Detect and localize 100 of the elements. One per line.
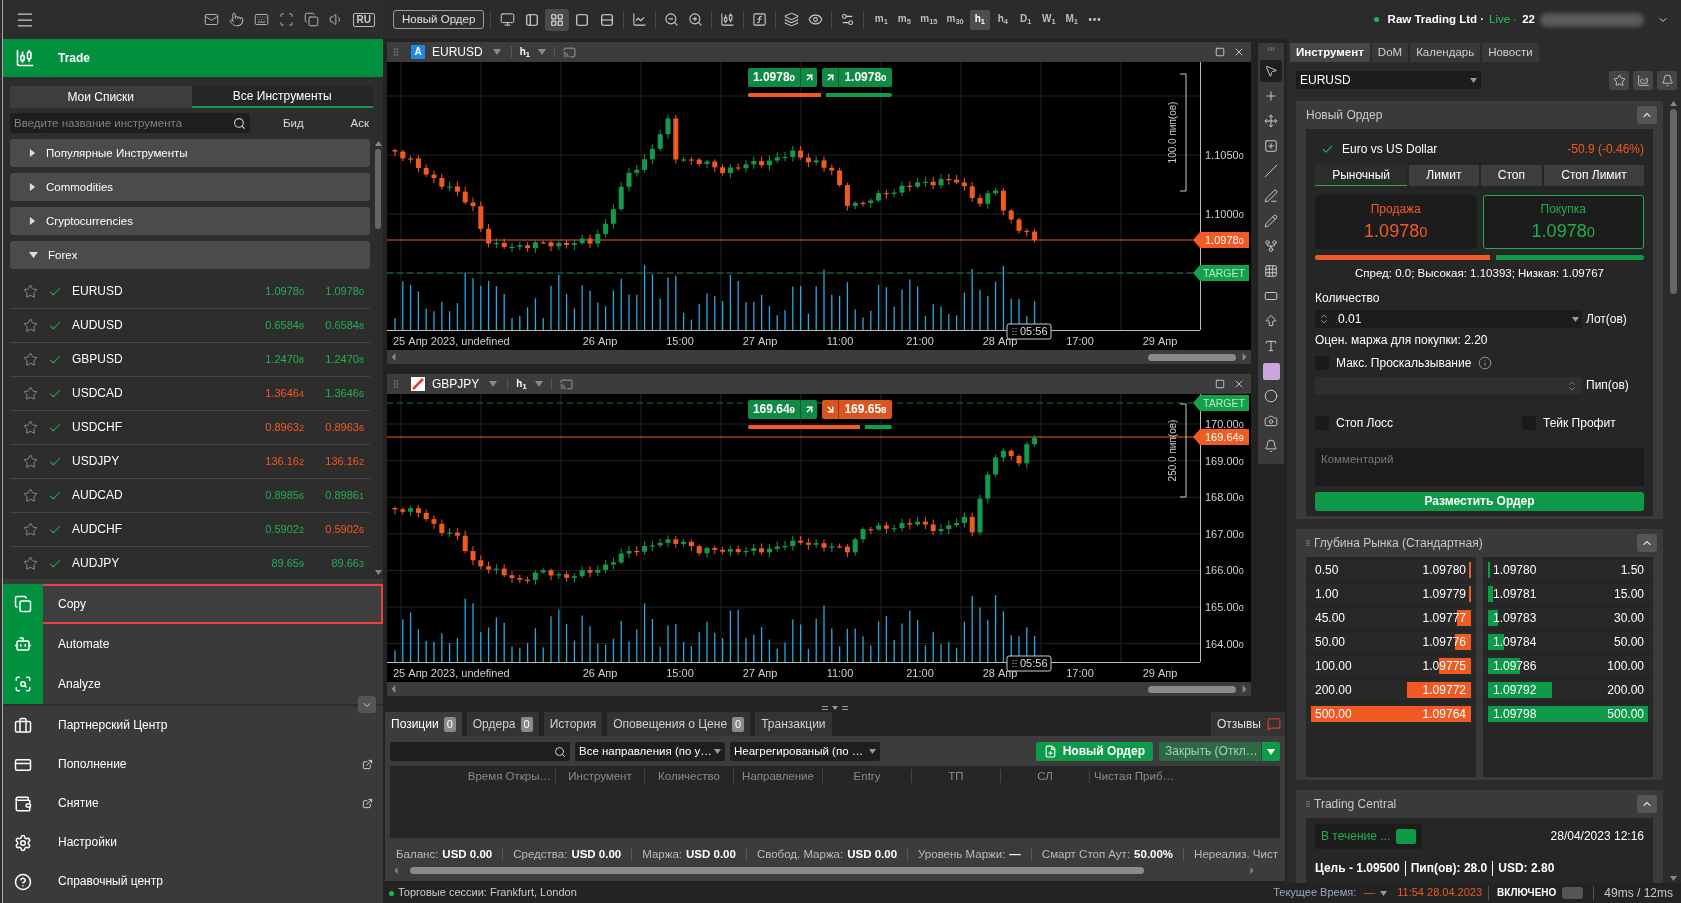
star-icon[interactable] <box>23 318 38 333</box>
close-icon[interactable] <box>1233 378 1245 390</box>
panel-tab[interactable]: Новости <box>1482 43 1539 62</box>
nav-item[interactable]: Analyze <box>3 664 383 704</box>
place-order-button[interactable]: Разместить Ордер <box>1315 492 1644 511</box>
star-icon[interactable] <box>23 352 38 367</box>
pips-field[interactable] <box>1315 377 1582 394</box>
star-icon[interactable] <box>23 386 38 401</box>
scrollbar-thumb[interactable] <box>375 149 381 229</box>
column-header[interactable]: Чистая Приб… <box>1089 768 1178 784</box>
panel-tab[interactable]: DoM <box>1371 43 1409 62</box>
nav-item[interactable]: Copy <box>3 584 383 624</box>
search-field[interactable] <box>390 742 570 761</box>
nav-item[interactable]: Пополнение <box>3 745 383 784</box>
timeframe-button[interactable]: m$_{30}$ <box>943 9 967 30</box>
star-icon[interactable] <box>23 284 38 299</box>
star-icon[interactable] <box>23 454 38 469</box>
buy-button[interactable]: Покупка 1.09780 <box>1482 195 1644 249</box>
maximize-icon[interactable] <box>1215 379 1225 389</box>
favorite-button[interactable] <box>1609 70 1629 90</box>
column-header[interactable]: Инструмент <box>555 768 644 784</box>
instrument-row[interactable]: AUDCHF 0.59022 0.59026 <box>10 513 370 547</box>
group-header[interactable]: Популярные Инструменты <box>10 139 370 167</box>
instrument-row[interactable]: USDCHF 0.89632 0.89636 <box>10 411 370 445</box>
star-icon[interactable] <box>23 420 38 435</box>
instrument-row[interactable]: AUDUSD 0.65848 0.65848 <box>10 309 370 343</box>
chart-button[interactable] <box>1633 70 1653 90</box>
trade-header[interactable]: Trade <box>3 39 383 77</box>
instrument-row[interactable]: AUDCAD 0.89856 0.89861 <box>10 479 370 513</box>
column-header[interactable]: Время Откры… <box>390 768 555 784</box>
timeframe-button[interactable]: D$_{1}$ <box>1015 9 1036 30</box>
scrollbar-thumb[interactable] <box>1148 353 1236 361</box>
star-icon[interactable] <box>23 522 38 537</box>
sell-button[interactable]: Продажа 1.09780 <box>1315 195 1477 249</box>
timeframe-button[interactable]: m$_{15}$ <box>917 9 941 30</box>
drawing-tool-button[interactable] <box>1260 360 1282 382</box>
instrument-row[interactable]: USDCAD 1.36464 1.36466 <box>10 377 370 411</box>
sell-button[interactable]: 1.09780 <box>748 68 817 87</box>
timeframe-button[interactable]: W$_{1}$ <box>1038 9 1059 30</box>
panel-tab[interactable]: Оповещения о Цене 0 <box>607 712 751 736</box>
filter-dropdown[interactable]: Все направления (по у… <box>575 742 725 761</box>
timeframe-button[interactable]: h$_{4}$ <box>992 9 1013 30</box>
panel-tab[interactable]: История <box>543 712 603 736</box>
timeframe-button[interactable]: M$_{1}$ <box>1061 9 1082 30</box>
feedback-button[interactable]: Отзывы <box>1211 712 1285 736</box>
order-type-tab[interactable]: Лимит <box>1409 165 1479 186</box>
nav-item[interactable]: Automate <box>3 624 383 664</box>
timeframe-button[interactable]: h$_{1}$ <box>969 9 990 30</box>
nav-item[interactable]: Справочный центр <box>3 862 383 901</box>
list-tab[interactable]: Все Инструменты <box>191 86 373 108</box>
scrollbar-thumb[interactable] <box>1669 109 1677 294</box>
broadcast-icon[interactable] <box>562 45 576 59</box>
info-icon[interactable] <box>1478 356 1493 370</box>
column-header[interactable]: Количество <box>644 768 733 784</box>
nav-item[interactable]: Настройки <box>3 823 383 862</box>
order-type-tab[interactable]: Стоп <box>1480 165 1543 186</box>
symbol-selector[interactable]: EURUSD <box>432 44 501 60</box>
close-icon[interactable] <box>1233 46 1245 58</box>
maximize-icon[interactable] <box>1215 47 1225 57</box>
broadcast-icon[interactable] <box>559 377 573 391</box>
filter-dropdown[interactable]: Неагрегированый (по … <box>730 742 880 761</box>
instrument-row[interactable]: EURUSD 1.09780 1.09780 <box>10 275 370 309</box>
panel-tab[interactable]: Ордера 0 <box>466 712 539 736</box>
timeframe-button[interactable]: m$_{1}$ <box>871 9 892 30</box>
new-order-button[interactable]: Новый Ордер <box>393 10 485 29</box>
scrollbar-thumb[interactable] <box>410 867 1144 874</box>
buy-button[interactable]: 169.658 <box>822 400 892 419</box>
star-icon[interactable] <box>23 556 38 571</box>
comment-field[interactable]: Комментарий <box>1315 448 1644 486</box>
toggle-switch[interactable] <box>1562 887 1584 899</box>
order-type-tab[interactable]: Рыночный <box>1315 165 1408 186</box>
panel-tab[interactable]: Календарь <box>1410 43 1481 62</box>
search-field[interactable]: Введите название инструмента <box>10 113 250 133</box>
list-tab[interactable]: Мои Списки <box>10 86 192 108</box>
column-header[interactable]: Направление <box>733 768 822 784</box>
instrument-row[interactable]: USDJPY 136.162 136.162 <box>10 445 370 479</box>
term-selector[interactable]: В течение ... <box>1315 824 1423 849</box>
collapse-button[interactable] <box>1637 534 1657 552</box>
quantity-field[interactable]: 0.01 <box>1315 310 1582 328</box>
column-header[interactable]: Entry <box>822 768 911 784</box>
timeframe-button[interactable]: m$_{5}$ <box>894 9 915 30</box>
layout-button[interactable] <box>545 8 570 31</box>
collapse-button[interactable] <box>358 696 376 713</box>
panel-tab[interactable]: Позиции 0 <box>385 712 462 736</box>
alert-button[interactable] <box>1657 70 1677 90</box>
dropdown-button[interactable] <box>1262 742 1280 761</box>
sell-button[interactable]: 169.649 <box>748 400 817 419</box>
nav-item[interactable]: Партнерский Центр <box>3 706 383 745</box>
new-order-button[interactable]: Новый Ордер <box>1035 742 1153 761</box>
collapse-button[interactable] <box>1637 795 1657 813</box>
star-icon[interactable] <box>23 488 38 503</box>
close-positions-button[interactable]: Закрыть (Откл… <box>1159 742 1261 761</box>
column-header[interactable]: ТП <box>911 768 1000 784</box>
group-header[interactable]: Forex <box>10 241 370 269</box>
group-header[interactable]: Commodities <box>10 173 370 201</box>
buy-button[interactable]: 1.09780 <box>822 68 892 87</box>
panel-tab[interactable]: Транзакции <box>755 712 832 736</box>
timezone-selector[interactable]: — <box>1364 886 1388 900</box>
language-button[interactable]: RU <box>352 12 375 27</box>
instrument-row[interactable]: GBPUSD 1.24708 1.24708 <box>10 343 370 377</box>
